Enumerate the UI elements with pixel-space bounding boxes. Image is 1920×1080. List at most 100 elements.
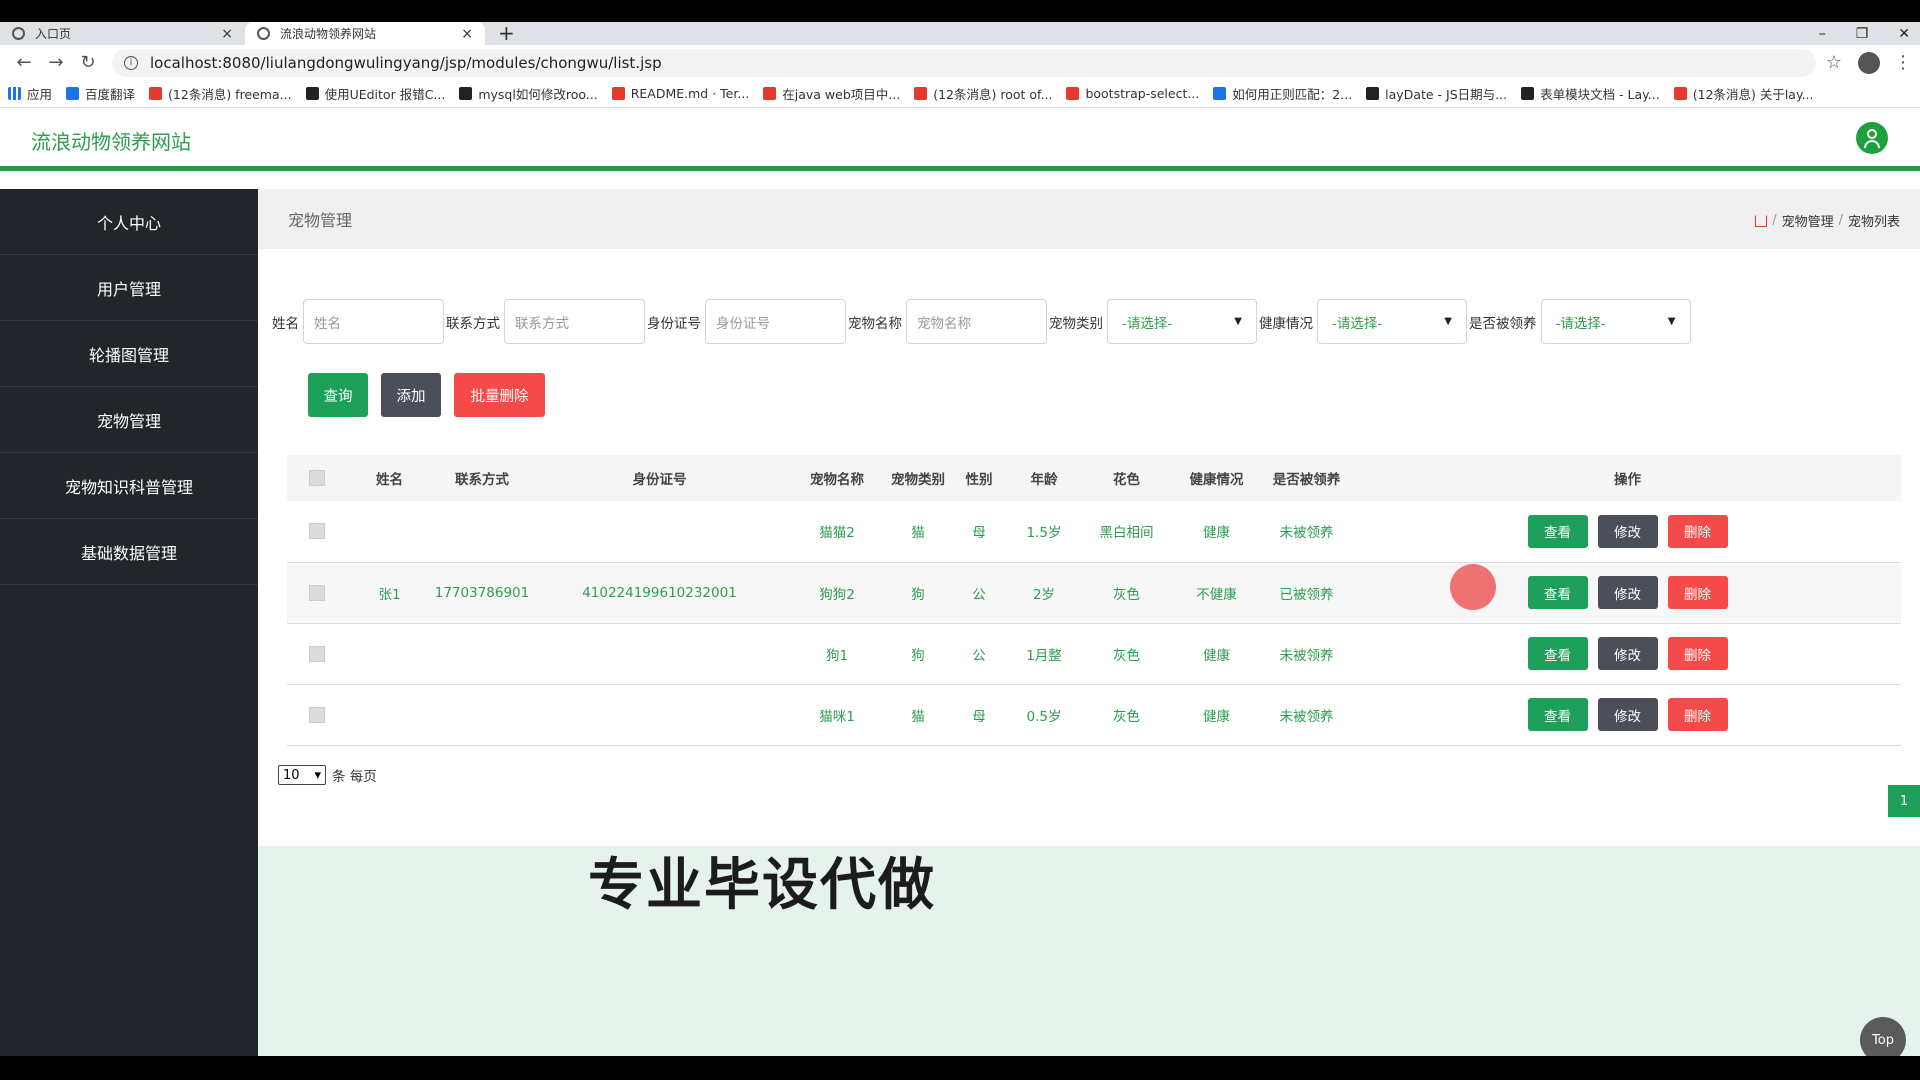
new-tab-button[interactable]: +	[498, 22, 515, 45]
back-to-top-button[interactable]: Top	[1860, 1017, 1906, 1056]
bookmark-item[interactable]: layDate - JS日期与...	[1366, 84, 1507, 103]
tab-strip: 入口页 × 流浪动物领养网站 × + – ❐ ✕	[0, 22, 1920, 45]
cell-name	[347, 623, 432, 684]
delete-button[interactable]: 删除	[1667, 576, 1728, 609]
bookmark-label: 表单模块文档 - Lay...	[1540, 87, 1660, 102]
phone-input[interactable]: 联系方式	[504, 299, 645, 344]
home-icon[interactable]	[1755, 214, 1768, 227]
cursor-highlight	[1450, 564, 1496, 610]
adopted-select[interactable]: -请选择- ▼	[1540, 299, 1691, 344]
bookmark-item[interactable]: 百度翻译	[66, 84, 135, 103]
close-window-button[interactable]: ✕	[1898, 26, 1910, 42]
globe-icon	[12, 27, 25, 40]
select-all-checkbox[interactable]	[309, 470, 325, 486]
edit-button[interactable]: 修改	[1597, 514, 1658, 548]
row-checkbox[interactable]	[309, 523, 325, 540]
sidebar-item-personal-center[interactable]: 个人中心	[0, 189, 258, 255]
cell-pet-name: 猫咪1	[819, 708, 855, 725]
back-icon[interactable]: ←	[8, 52, 40, 73]
cell-health: 健康	[1203, 708, 1230, 725]
cell-color: 灰色	[1113, 647, 1140, 664]
sidebar-item-carousel[interactable]: 轮播图管理	[0, 321, 258, 387]
name-input[interactable]: 姓名	[303, 299, 444, 344]
close-icon[interactable]: ×	[461, 26, 473, 42]
column-header: 是否被领养	[1272, 472, 1341, 488]
add-button[interactable]: 添加	[381, 373, 441, 417]
tab-label: 流浪动物领养网站	[280, 27, 377, 41]
bookmark-item[interactable]: README.md · Ter...	[611, 86, 749, 101]
row-checkbox[interactable]	[309, 645, 325, 662]
sidebar-item-base-data[interactable]: 基础数据管理	[0, 519, 258, 585]
bookmark-star-icon[interactable]: ☆	[1826, 52, 1842, 73]
bookmark-apps[interactable]: 应用	[8, 84, 52, 103]
csdn-icon	[914, 87, 928, 100]
action-bar: 查询 添加 批量删除	[308, 373, 545, 417]
table-row: 猫猫2 猫 母 1.5岁 黑白相间 健康 未被领养 查看 修改 删除	[287, 501, 1901, 562]
bookmark-label: (12条消息) root of...	[933, 87, 1053, 102]
view-button[interactable]: 查看	[1527, 576, 1588, 609]
bookmark-item[interactable]: 在java web项目中...	[763, 84, 900, 103]
bookmark-item[interactable]: 表单模块文档 - Lay...	[1521, 84, 1660, 103]
profile-icon[interactable]	[1858, 51, 1880, 74]
cell-id-number: 410224199610232001	[582, 584, 737, 601]
forward-icon[interactable]: →	[40, 52, 72, 73]
select-value: -请选择-	[1555, 315, 1606, 332]
health-select[interactable]: -请选择- ▼	[1317, 299, 1467, 344]
delete-button[interactable]: 删除	[1667, 637, 1728, 670]
table-row: 猫咪1 猫 母 0.5岁 灰色 健康 未被领养 查看 修改 删除	[287, 684, 1901, 745]
bookmark-item[interactable]: (12条消息) 关于lay...	[1673, 84, 1814, 103]
reload-icon[interactable]: ↻	[72, 52, 104, 73]
pet-name-input[interactable]: 宠物名称	[906, 299, 1047, 344]
bookmark-label: (12条消息) freema...	[168, 87, 292, 102]
breadcrumb: / 宠物管理 / 宠物列表	[1755, 211, 1900, 230]
csdn-icon	[149, 87, 163, 100]
bookmark-item[interactable]: mysql如何修改roo...	[459, 84, 598, 103]
cell-pet-type: 猫	[911, 708, 925, 725]
browser-window: 入口页 × 流浪动物领养网站 × + – ❐ ✕ ← → ↻ i localho…	[0, 22, 1920, 1056]
cell-pet-type: 狗	[911, 586, 925, 603]
batch-delete-button[interactable]: 批量删除	[454, 373, 545, 417]
delete-button[interactable]: 删除	[1667, 698, 1728, 731]
breadcrumb-item[interactable]: 宠物管理	[1782, 211, 1834, 230]
restore-button[interactable]: ❐	[1856, 26, 1869, 42]
browser-tab-entry[interactable]: 入口页 ×	[0, 22, 245, 45]
view-button[interactable]: 查看	[1527, 698, 1588, 731]
cell-sex: 母	[972, 525, 986, 542]
chevron-down-icon: ▼	[1444, 316, 1452, 327]
layui-icon	[1521, 87, 1535, 100]
sidebar-item-pet-knowledge[interactable]: 宠物知识科普管理	[0, 453, 258, 519]
column-header: 宠物类别	[891, 472, 945, 488]
bookmark-item[interactable]: (12条消息) freema...	[149, 84, 292, 103]
filter-label: 身份证号	[647, 315, 701, 332]
row-checkbox[interactable]	[309, 584, 325, 601]
page-number-button[interactable]: 1	[1888, 785, 1920, 817]
query-button[interactable]: 查询	[308, 373, 368, 417]
bookmark-item[interactable]: 使用UEditor 报错C...	[305, 84, 445, 103]
bookmark-item[interactable]: bootstrap-select...	[1066, 86, 1199, 101]
edit-button[interactable]: 修改	[1597, 698, 1658, 731]
view-button[interactable]: 查看	[1527, 514, 1588, 548]
pet-type-select[interactable]: -请选择- ▼	[1107, 299, 1257, 344]
edit-button[interactable]: 修改	[1597, 576, 1658, 609]
bookmark-item[interactable]: 如何用正则匹配：2...	[1213, 84, 1352, 103]
browser-tab-active[interactable]: 流浪动物领养网站 ×	[245, 22, 485, 45]
minimize-button[interactable]: –	[1819, 26, 1826, 42]
sidebar-item-users[interactable]: 用户管理	[0, 255, 258, 321]
edit-button[interactable]: 修改	[1597, 637, 1658, 670]
pet-table: 姓名 联系方式 身份证号 宠物名称 宠物类别 性别 年龄 花色 健康情况 是否被…	[287, 455, 1901, 746]
info-icon[interactable]: i	[124, 55, 138, 70]
cell-sex: 公	[972, 647, 986, 664]
url-text: localhost:8080/liulangdongwulingyang/jsp…	[150, 53, 662, 72]
menu-icon[interactable]: ⋮	[1894, 52, 1912, 73]
page-size-select[interactable]: 10 ▾	[278, 765, 326, 785]
view-button[interactable]: 查看	[1527, 637, 1588, 670]
user-avatar-icon[interactable]	[1856, 122, 1888, 154]
cell-phone	[432, 501, 532, 562]
id-number-input[interactable]: 身份证号	[705, 299, 846, 344]
bookmark-item[interactable]: (12条消息) root of...	[914, 84, 1052, 103]
delete-button[interactable]: 删除	[1667, 514, 1728, 548]
close-icon[interactable]: ×	[221, 26, 233, 42]
sidebar-item-pets[interactable]: 宠物管理	[0, 387, 258, 453]
url-field[interactable]: i localhost:8080/liulangdongwulingyang/j…	[112, 48, 1816, 77]
row-checkbox[interactable]	[309, 706, 325, 723]
